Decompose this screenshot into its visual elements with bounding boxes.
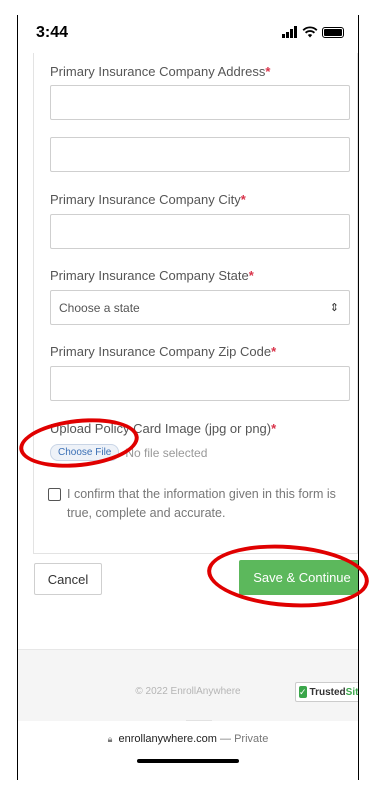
address-line1-input[interactable] [50, 85, 350, 120]
file-status: No file selected [125, 445, 208, 460]
insurance-form: Primary Insurance Company Address* Prima… [33, 53, 358, 554]
zip-label: Primary Insurance Company Zip Code* [50, 344, 277, 359]
trusted-site-text: TrustedSite [309, 686, 359, 698]
home-indicator[interactable] [137, 759, 239, 763]
address-label: Primary Insurance Company Address* [50, 64, 271, 79]
confirm-checkbox[interactable] [48, 488, 61, 501]
zip-input[interactable] [50, 366, 350, 401]
trusted-site-badge[interactable]: ✓ TrustedSite [295, 682, 359, 702]
select-chevron-icon: ⇕ [329, 302, 339, 314]
url-text[interactable]: 🔒︎ enrollanywhere.com — Private [18, 733, 358, 745]
cancel-button[interactable]: Cancel [34, 563, 102, 595]
status-icons [282, 26, 344, 38]
status-time: 3:44 [36, 24, 69, 41]
state-label: Primary Insurance Company State* [50, 268, 254, 283]
address-line2-input[interactable] [50, 137, 350, 172]
cellular-signal-icon [282, 26, 298, 38]
choose-file-button[interactable]: Choose File [50, 444, 120, 461]
private-mode-label: — Private [220, 733, 269, 745]
state-select-value: Choose a state [59, 300, 140, 315]
lock-icon: 🔒︎ [107, 734, 113, 744]
confirm-row: I confirm that the information given in … [48, 485, 347, 523]
browser-url-bar: 🔒︎ enrollanywhere.com — Private [18, 721, 358, 780]
file-upload: Choose File No file selected [50, 444, 207, 461]
url-domain: enrollanywhere.com [118, 733, 217, 745]
status-bar: 3:44 [18, 15, 358, 53]
check-icon: ✓ [299, 686, 307, 698]
confirm-text: I confirm that the information given in … [67, 487, 336, 520]
phone-screen: 3:44 Primary Insurance Company Address* … [17, 15, 359, 780]
city-input[interactable] [50, 214, 350, 249]
upload-label: Upload Policy Card Image (jpg or png)* [50, 421, 277, 436]
battery-icon [322, 26, 344, 38]
state-select[interactable]: Choose a state ⇕ [50, 290, 350, 325]
wifi-icon [302, 26, 318, 38]
city-label: Primary Insurance Company City* [50, 192, 246, 207]
save-continue-button[interactable]: Save & Continue [239, 560, 358, 595]
